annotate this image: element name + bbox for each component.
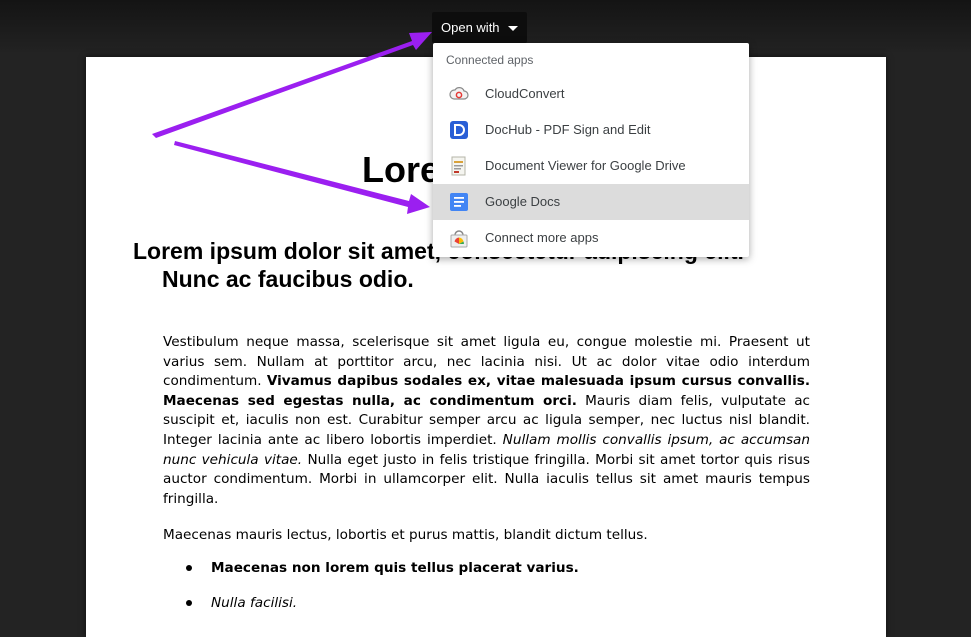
menu-item-cloudconvert[interactable]: CloudConvert [433,76,749,112]
document-paragraph-2: Maecenas mauris lectus, lobortis et puru… [163,527,648,543]
dochub-icon [449,120,469,140]
bullet-dot-icon [186,565,192,571]
bullet-text: Nulla facilisi. [211,595,298,611]
menu-item-google-docs[interactable]: Google Docs [433,184,749,220]
google-docs-icon [449,192,469,212]
menu-item-connect-more-apps[interactable]: Connect more apps [433,220,749,256]
open-with-button[interactable]: Open with [432,12,527,43]
menu-item-label: Document Viewer for Google Drive [485,158,686,173]
open-with-label: Open with [441,20,500,35]
bullet-item: Nulla facilisi. [163,594,803,629]
menu-item-dochub[interactable]: DocHub - PDF Sign and Edit [433,112,749,148]
document-viewer-icon [449,156,469,176]
bullet-text: Maecenas non lorem quis tellus placerat … [211,560,579,576]
menu-item-document-viewer[interactable]: Document Viewer for Google Drive [433,148,749,184]
menu-item-label: Connect more apps [485,230,599,245]
open-with-menu: Connected apps CloudConvert DocHub - PDF… [433,43,749,257]
caret-down-icon [508,26,518,31]
bullet-item: Maecenas non lorem quis tellus placerat … [163,559,803,594]
document-paragraph-1: Vestibulum neque massa, scelerisque sit … [163,333,810,509]
connect-more-apps-icon [449,228,469,248]
document-bullet-list: Maecenas non lorem quis tellus placerat … [163,559,803,629]
cloudconvert-icon [449,84,469,104]
menu-item-label: Google Docs [485,194,561,209]
menu-item-label: DocHub - PDF Sign and Edit [485,122,651,137]
bullet-dot-icon [186,600,192,606]
menu-section-header: Connected apps [446,53,534,67]
document-heading-line2: Nunc ac faucibus odio. [162,266,414,292]
menu-item-label: CloudConvert [485,86,565,101]
